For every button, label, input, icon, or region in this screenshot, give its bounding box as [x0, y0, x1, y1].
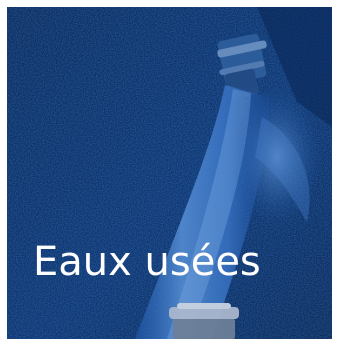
waste-water-tile[interactable]: Eaux usées	[7, 7, 332, 339]
water-stream-from-pipe-image	[7, 7, 332, 339]
tile-title: Eaux usées	[33, 239, 261, 285]
